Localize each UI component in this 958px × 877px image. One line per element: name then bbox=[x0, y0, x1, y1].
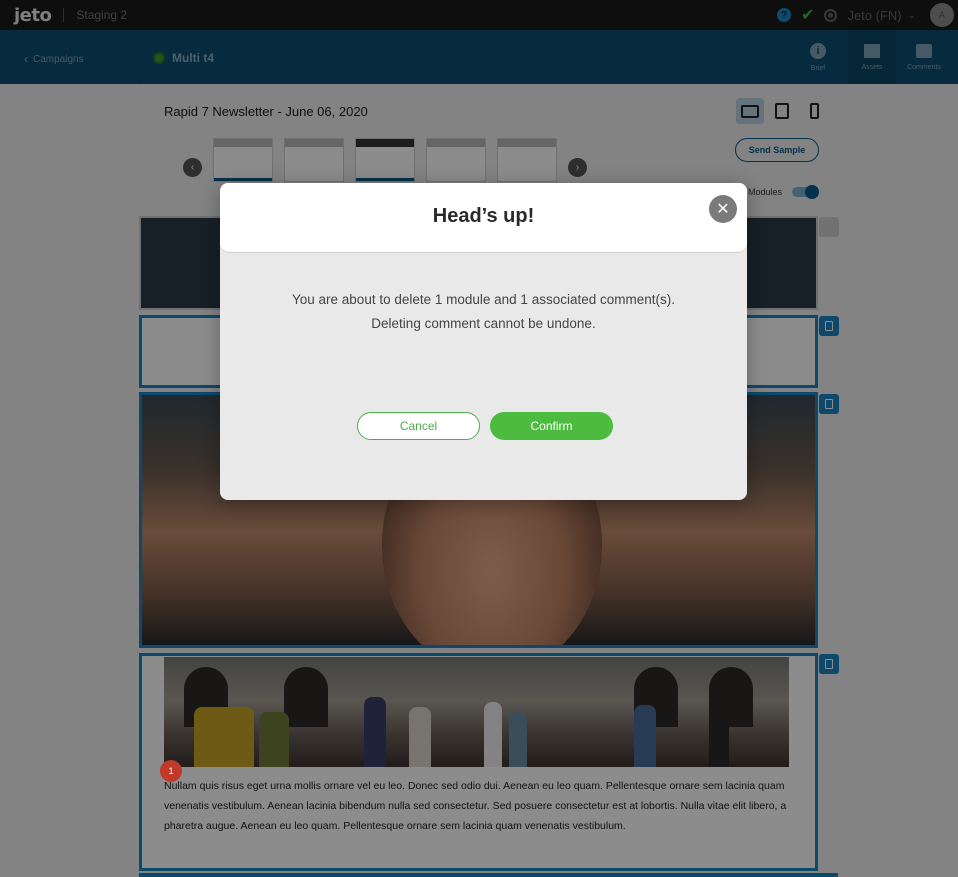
delete-confirmation-dialog: Head’s up! ✕ You are about to delete 1 m… bbox=[220, 183, 747, 500]
close-icon[interactable]: ✕ bbox=[709, 195, 737, 223]
dialog-header: Head’s up! ✕ bbox=[220, 183, 747, 253]
dialog-message: You are about to delete 1 module and 1 a… bbox=[220, 288, 747, 336]
confirm-button[interactable]: Confirm bbox=[490, 412, 613, 440]
comment-badge[interactable]: 1 bbox=[160, 760, 182, 782]
dialog-message-line: Deleting comment cannot be undone. bbox=[371, 316, 596, 331]
dialog-title: Head’s up! bbox=[432, 205, 535, 227]
dialog-message-line: You are about to delete 1 module and 1 a… bbox=[292, 292, 675, 307]
cancel-button[interactable]: Cancel bbox=[357, 412, 480, 440]
